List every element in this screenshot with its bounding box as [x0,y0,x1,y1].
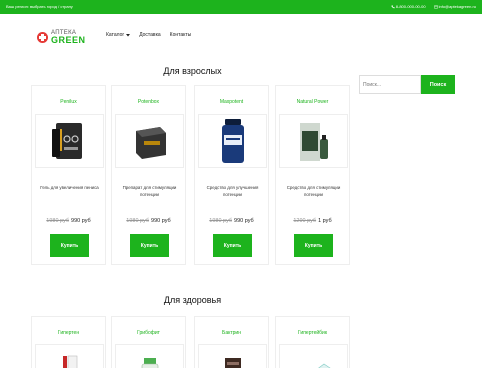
product-card: Бактрин [194,316,269,368]
search-form: Поиск [359,75,455,94]
site-logo[interactable]: АПТЕКА GREEN [37,25,93,49]
logo-line-2: GREEN [51,34,86,45]
product-price: 1980 руб 990 руб [195,218,268,224]
product-name[interactable]: Грибофит [112,330,185,336]
product-description: Гель для увеличения пениса [40,185,99,190]
buy-button[interactable]: Купить [50,234,89,257]
product-image[interactable] [115,114,184,168]
gipertabik-product-image [317,363,331,368]
buy-button[interactable]: Купить [130,234,169,257]
product-card: Грибофит [111,316,186,368]
product-description: Средство для стимуляции потенции [286,185,341,197]
old-price: 1290 руб [293,218,317,224]
product-card: Potenbox Препарат для стимуляции потенци… [111,85,186,265]
product-card: Гипертейбик [275,316,350,368]
product-price: 1980 руб 990 руб [32,218,105,224]
email-address: info@aptekagreen.ru [438,4,476,9]
main-nav: Каталог Доставка Контакты [106,32,191,38]
phone-icon [391,4,395,8]
product-image[interactable] [115,344,184,368]
gribofit-product-image [141,358,158,368]
product-image[interactable] [279,114,348,168]
product-name[interactable]: Natural Power [276,99,349,105]
section-title-adults: Для взрослых [163,66,222,76]
product-description: Средство для улучшения потенции [206,185,259,197]
search-input[interactable] [359,75,421,94]
product-card: Natural Power Средство для стимуляции по… [275,85,350,265]
product-card: Maxpotent Средство для улучшения потенци… [194,85,269,265]
product-card: Гипертен [31,316,106,368]
mail-icon [433,5,438,8]
nav-catalog[interactable]: Каталог [106,32,131,38]
nav-catalog-label: Каталог [106,32,125,38]
baktrin-product-image [224,358,241,368]
maxpotent-product-image [221,119,244,163]
caret-down-icon [126,33,131,36]
product-image[interactable] [35,344,104,368]
search-button[interactable]: Поиск [421,75,455,94]
gipertin-product-image [62,355,77,368]
natural-power-product-image [299,123,328,161]
product-image[interactable] [198,114,267,168]
penilux-product-image [51,123,82,159]
current-price: 1 руб [318,218,332,224]
product-image[interactable] [279,344,348,368]
current-price: 990 руб [71,218,91,224]
product-description: Препарат для стимуляции потенции [122,185,177,197]
product-price: 1290 руб 1 руб [276,218,349,224]
phone-number: 8-800-000-00-00 [395,4,426,9]
email-link[interactable]: info@aptekagreen.ru [433,4,476,9]
product-name[interactable]: Бактрин [195,330,268,336]
old-price: 1980 руб [46,218,70,224]
product-name[interactable]: Potenbox [112,99,185,105]
product-name[interactable]: Penilux [32,99,105,105]
buy-button[interactable]: Купить [294,234,333,257]
old-price: 1980 руб [126,218,150,224]
top-bar: Ваш регион: выбрать город / страну 8-800… [0,0,482,14]
product-name[interactable]: Гипертейбик [276,330,349,336]
old-price: 1980 руб [209,218,233,224]
product-image[interactable] [198,344,267,368]
potenbox-product-image [135,127,166,159]
phone-link[interactable]: 8-800-000-00-00 [391,4,426,9]
current-price: 990 руб [151,218,171,224]
product-name[interactable]: Гипертен [32,330,105,336]
medical-cross-icon [37,31,48,43]
section-title-health: Для здоровья [163,295,222,305]
region-selector-link[interactable]: Ваш регион: выбрать город / страну [6,4,73,9]
nav-delivery[interactable]: Доставка [139,32,160,38]
product-name[interactable]: Maxpotent [195,99,268,105]
product-card: Penilux Гель для увеличения пениса 1980 … [31,85,106,265]
current-price: 990 руб [234,218,254,224]
product-price: 1980 руб 990 руб [112,218,185,224]
product-image[interactable] [35,114,104,168]
nav-contacts[interactable]: Контакты [170,32,192,38]
buy-button[interactable]: Купить [213,234,252,257]
